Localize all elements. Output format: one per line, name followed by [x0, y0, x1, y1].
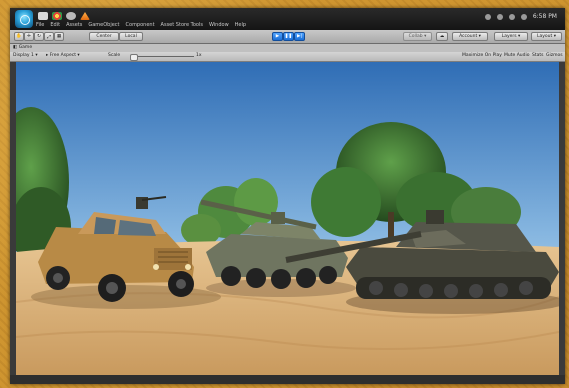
system-tray: 6:58 PM	[484, 13, 557, 20]
cloud-icon[interactable]: ☁	[436, 32, 448, 41]
editor-toolbar: ✋ ✛ ↻ ⤢ ▦ Center Local ▶ ❚❚ ▶| Collab ▾ …	[10, 30, 565, 44]
tab-game-label: Game	[18, 45, 33, 50]
account-dropdown[interactable]: Account ▾	[452, 32, 488, 41]
pause-button[interactable]: ❚❚	[283, 32, 294, 41]
display-dropdown[interactable]: Display 1 ▾	[13, 53, 38, 58]
scale-label: Scale	[108, 53, 121, 58]
move-tool-icon[interactable]: ✛	[24, 32, 34, 41]
menu-assets[interactable]: Assets	[66, 22, 82, 28]
rect-tool-icon[interactable]: ▦	[54, 32, 64, 41]
scale-slider-track[interactable]	[136, 56, 194, 57]
layout-label: Layout ▾	[537, 34, 556, 39]
rotate-tool-icon[interactable]: ↻	[34, 32, 44, 41]
vlc-icon[interactable]	[80, 12, 90, 20]
hand-tool-icon[interactable]: ✋	[14, 32, 24, 41]
scale-tool-icon[interactable]: ⤢	[44, 32, 54, 41]
menu-quick-icons	[38, 12, 90, 20]
volume-icon[interactable]	[520, 13, 527, 20]
menu-gameobject[interactable]: GameObject	[88, 22, 119, 28]
tab-game[interactable]: ◧ Game	[13, 45, 32, 50]
pivot-center-label: Center	[96, 34, 112, 39]
finder-icon[interactable]	[38, 12, 48, 20]
stats-toggle[interactable]: Stats	[532, 53, 544, 58]
menu-items: File Edit Assets GameObject Component As…	[36, 22, 246, 28]
menu-window[interactable]: Window	[209, 22, 229, 28]
play-button[interactable]: ▶	[272, 32, 283, 41]
menu-help[interactable]: Help	[235, 22, 246, 28]
aspect-label: Free Aspect	[49, 53, 76, 58]
clock[interactable]: 6:58 PM	[533, 13, 557, 20]
wifi-icon[interactable]	[508, 13, 515, 20]
chrome-icon[interactable]	[52, 12, 62, 20]
layers-label: Layers ▾	[501, 34, 521, 39]
scale-slider-handle[interactable]	[130, 54, 138, 61]
bluetooth-icon[interactable]	[496, 13, 503, 20]
status-bar	[10, 375, 565, 384]
pivot-center-button[interactable]: Center	[89, 32, 119, 41]
mute-audio-toggle[interactable]: Mute Audio	[504, 53, 530, 58]
gizmos-dropdown[interactable]: Gizmos	[546, 53, 563, 58]
scale-value: 1x	[196, 53, 202, 58]
unity-editor-window: File Edit Assets GameObject Component As…	[10, 8, 565, 384]
menu-asset-store-tools[interactable]: Asset Store Tools	[161, 22, 203, 28]
menu-component[interactable]: Component	[126, 22, 155, 28]
game-viewport[interactable]	[16, 62, 559, 375]
collab-button[interactable]: Collab ▾	[403, 32, 432, 41]
collab-label: Collab ▾	[408, 34, 427, 39]
layers-dropdown[interactable]: Layers ▾	[494, 32, 528, 41]
game-tab-strip: ◧ Game	[10, 44, 565, 52]
menu-edit[interactable]: Edit	[50, 22, 60, 28]
account-label: Account ▾	[459, 34, 481, 39]
display-label: Display 1	[13, 53, 34, 58]
space-local-label: Local	[125, 34, 137, 39]
maximize-on-play-toggle[interactable]: Maximize On Play	[462, 53, 502, 58]
space-local-button[interactable]: Local	[119, 32, 143, 41]
notification-icon[interactable]	[484, 13, 491, 20]
unity-app-icon[interactable]	[15, 10, 33, 28]
game-view-controls: Display 1 ▾ ▸ Free Aspect ▾ Scale 1x Max…	[10, 52, 565, 62]
layout-dropdown[interactable]: Layout ▾	[531, 32, 562, 41]
menu-bar: File Edit Assets GameObject Component As…	[10, 8, 565, 30]
settings-icon[interactable]	[66, 12, 76, 20]
aspect-dropdown[interactable]: ▸ Free Aspect ▾	[46, 53, 80, 58]
step-button[interactable]: ▶|	[294, 32, 305, 41]
game-scene	[16, 62, 559, 375]
menu-file[interactable]: File	[36, 22, 44, 28]
